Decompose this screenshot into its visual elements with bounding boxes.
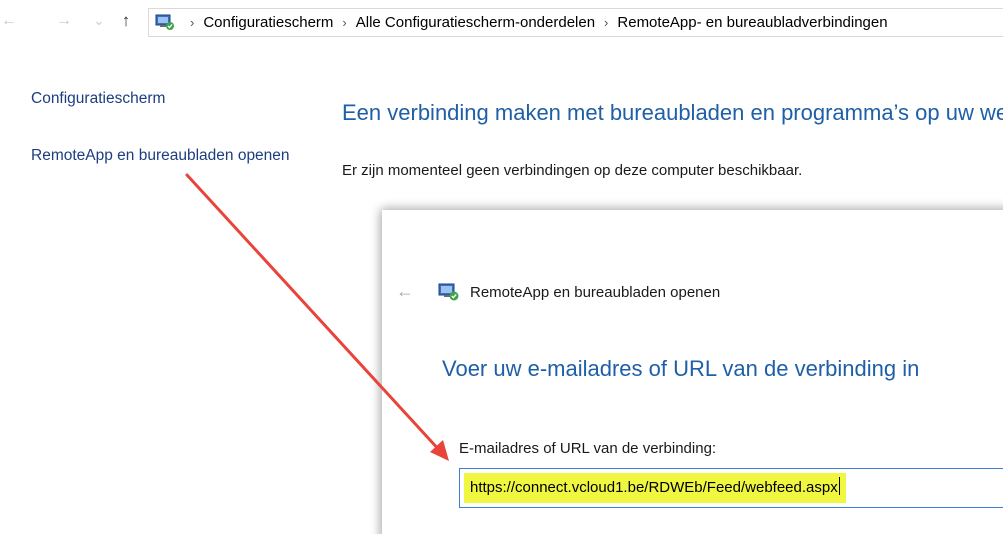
breadcrumb-separator: › [190, 15, 195, 30]
address-field[interactable]: › Configuratiescherm › Alle Configuratiesch… [148, 8, 1003, 37]
page-title: Een verbinding maken met bureaubladen en… [342, 100, 1003, 125]
address-bar: ← → ⌄ ↑ › Configuratiescherm › Alle Configu… [0, 0, 1003, 42]
breadcrumb: › Configuratiescherm › Alle Configuratiesch… [181, 9, 888, 36]
back-button[interactable]: ← [0, 10, 18, 32]
connection-url-input[interactable]: https://connect.vcloud1.be/RDWEb/Feed/we… [459, 468, 1003, 508]
no-connections-text: Er zijn momenteel geen verbindingen op d… [342, 162, 803, 179]
connection-url-value: https://connect.vcloud1.be/RDWEb/Feed/we… [464, 473, 846, 503]
control-panel-window: ← → ⌄ ↑ › Configuratiescherm › Alle Configu… [0, 0, 1003, 534]
recent-locations-button[interactable]: ⌄ [90, 10, 108, 32]
dialog-back-button[interactable]: ← [396, 281, 414, 301]
open-remoteapp-dialog: ← RemoteApp en bureaubladen openen Voer … [382, 210, 1003, 534]
dialog-title: RemoteApp en bureaubladen openen [470, 284, 721, 301]
control-panel-home-link[interactable]: Configuratiescherm [31, 88, 291, 109]
breadcrumb-remoteapp[interactable]: RemoteApp- en bureaubladverbindingen [617, 14, 887, 31]
connection-url-label: E-mailadres of URL van de verbinding: [459, 440, 717, 457]
breadcrumb-separator: › [342, 15, 347, 30]
open-remoteapp-link[interactable]: RemoteApp en bureaubladen openen [31, 145, 301, 166]
breadcrumb-all-items[interactable]: Alle Configuratiescherm-onderdelen [356, 14, 595, 31]
text-caret [838, 477, 840, 495]
breadcrumb-control-panel[interactable]: Configuratiescherm [203, 14, 333, 31]
dialog-heading: Voer uw e-mailadres of URL van de verbin… [442, 356, 920, 381]
forward-button[interactable]: → [55, 10, 73, 32]
breadcrumb-separator: › [604, 15, 609, 30]
control-panel-icon [155, 14, 174, 30]
up-button[interactable]: ↑ [117, 10, 135, 32]
remoteapp-icon [438, 283, 459, 301]
connection-url-text: https://connect.vcloud1.be/RDWEb/Feed/we… [470, 479, 838, 496]
